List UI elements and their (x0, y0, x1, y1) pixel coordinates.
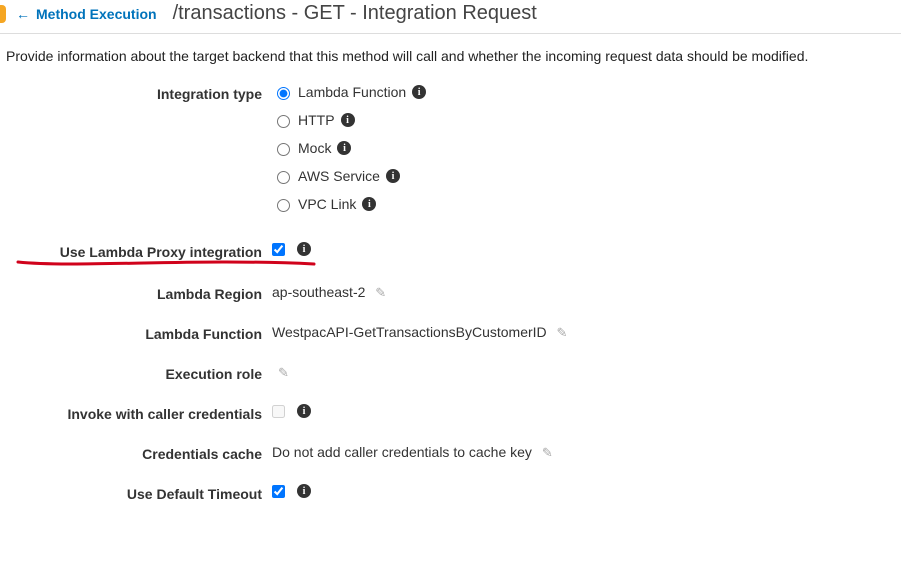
integration-form: Integration type Lambda Function i HTTP … (0, 84, 901, 502)
label-default-timeout: Use Default Timeout (6, 484, 272, 502)
label-execution-role: Execution role (6, 364, 272, 382)
info-icon[interactable]: i (297, 404, 311, 418)
info-icon[interactable]: i (341, 113, 355, 127)
value-credentials-cache: Do not add caller credentials to cache k… (272, 444, 895, 461)
info-icon[interactable]: i (386, 169, 400, 183)
radio-vpc-link-input[interactable] (277, 199, 290, 212)
radio-http-label: HTTP (298, 112, 335, 128)
row-integration-type: Integration type Lambda Function i HTTP … (6, 84, 895, 212)
row-lambda-function: Lambda Function WestpacAPI-GetTransactio… (6, 324, 895, 342)
accent-marker (0, 5, 6, 23)
label-lambda-proxy-text: Use Lambda Proxy integration (60, 244, 262, 260)
radio-http[interactable]: HTTP i (272, 112, 895, 128)
info-icon[interactable]: i (337, 141, 351, 155)
checkbox-lambda-proxy[interactable] (272, 243, 285, 256)
edit-icon[interactable]: ✎ (375, 285, 386, 300)
row-credentials-cache: Credentials cache Do not add caller cred… (6, 444, 895, 462)
row-invoke-caller: Invoke with caller credentials i (6, 404, 895, 422)
info-icon[interactable]: i (362, 197, 376, 211)
radio-vpc-link[interactable]: VPC Link i (272, 196, 895, 212)
value-lambda-function: WestpacAPI-GetTransactionsByCustomerID ✎ (272, 324, 895, 341)
edit-icon[interactable]: ✎ (542, 445, 553, 460)
integration-type-options: Lambda Function i HTTP i Mock i AWS Serv… (272, 84, 895, 212)
text-credentials-cache: Do not add caller credentials to cache k… (272, 444, 532, 460)
arrow-left-icon: ← (16, 6, 30, 22)
row-lambda-proxy: Use Lambda Proxy integration i (6, 242, 895, 260)
label-lambda-region: Lambda Region (6, 284, 272, 302)
radio-aws-service[interactable]: AWS Service i (272, 168, 895, 184)
radio-lambda[interactable]: Lambda Function i (272, 84, 895, 100)
label-invoke-caller: Invoke with caller credentials (6, 404, 272, 422)
edit-icon[interactable]: ✎ (278, 365, 289, 380)
info-icon[interactable]: i (297, 484, 311, 498)
text-lambda-function: WestpacAPI-GetTransactionsByCustomerID (272, 324, 547, 340)
label-lambda-proxy: Use Lambda Proxy integration (6, 242, 272, 260)
radio-lambda-label: Lambda Function (298, 84, 406, 100)
radio-aws-service-label: AWS Service (298, 168, 380, 184)
checkbox-invoke-caller[interactable] (272, 405, 285, 418)
row-lambda-region: Lambda Region ap-southeast-2 ✎ (6, 284, 895, 302)
info-icon[interactable]: i (412, 85, 426, 99)
label-credentials-cache: Credentials cache (6, 444, 272, 462)
radio-vpc-link-label: VPC Link (298, 196, 356, 212)
method-execution-back-link[interactable]: ← Method Execution (16, 6, 157, 22)
radio-mock-label: Mock (298, 140, 331, 156)
label-integration-type: Integration type (6, 84, 272, 102)
value-default-timeout: i (272, 484, 895, 498)
value-lambda-region: ap-southeast-2 ✎ (272, 284, 895, 301)
label-lambda-function: Lambda Function (6, 324, 272, 342)
back-link-label: Method Execution (36, 6, 157, 22)
radio-aws-service-input[interactable] (277, 171, 290, 184)
page-header: ← Method Execution /transactions - GET -… (0, 0, 901, 34)
checkbox-default-timeout[interactable] (272, 485, 285, 498)
value-lambda-proxy: i (272, 242, 895, 256)
value-invoke-caller: i (272, 404, 895, 418)
page-title: /transactions - GET - Integration Reques… (173, 2, 537, 25)
page-description: Provide information about the target bac… (0, 34, 901, 84)
radio-mock[interactable]: Mock i (272, 140, 895, 156)
text-lambda-region: ap-southeast-2 (272, 284, 365, 300)
radio-mock-input[interactable] (277, 143, 290, 156)
row-execution-role: Execution role ✎ (6, 364, 895, 382)
radio-lambda-input[interactable] (277, 87, 290, 100)
info-icon[interactable]: i (297, 242, 311, 256)
value-execution-role: ✎ (272, 364, 895, 381)
edit-icon[interactable]: ✎ (557, 325, 568, 340)
row-default-timeout: Use Default Timeout i (6, 484, 895, 502)
radio-http-input[interactable] (277, 115, 290, 128)
